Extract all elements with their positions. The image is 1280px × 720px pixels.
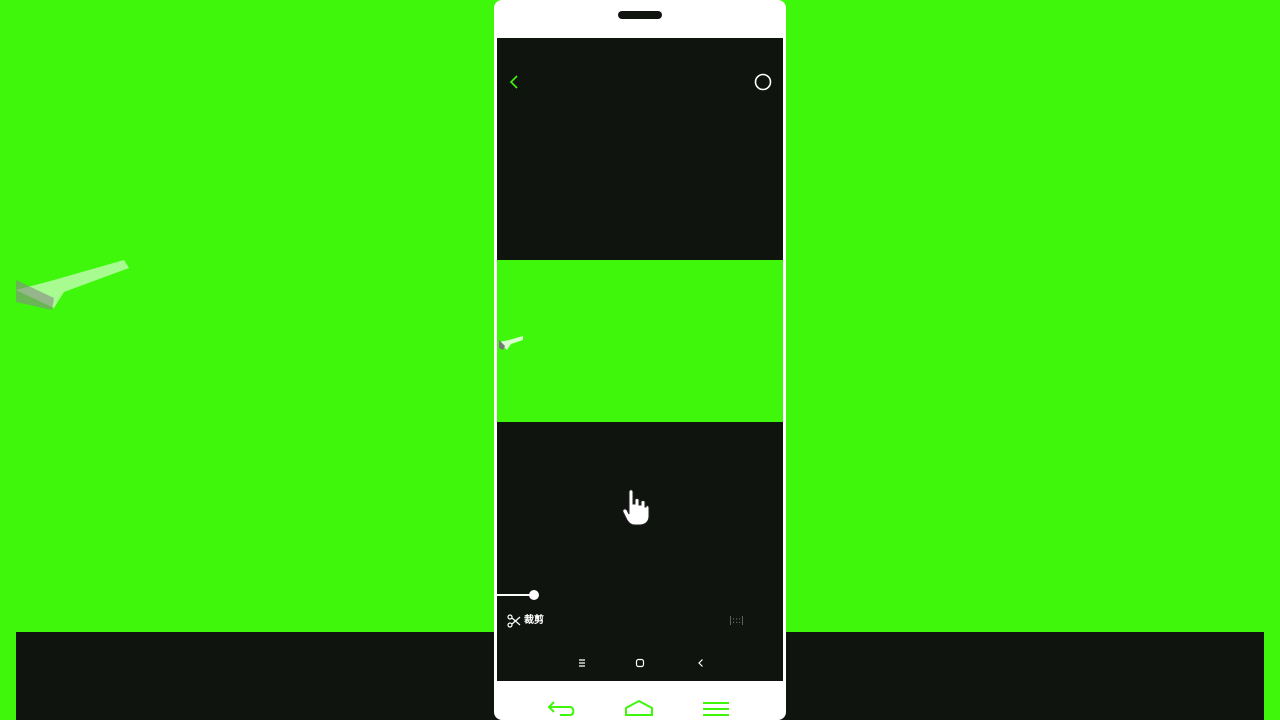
earpiece-speaker	[618, 11, 662, 19]
background-pointer-ghost-icon	[16, 260, 129, 310]
stage: 裁剪 |:::|	[0, 0, 1280, 720]
cut-label[interactable]: 裁剪	[524, 614, 544, 628]
menu-icon[interactable]	[702, 700, 730, 718]
progress-knob[interactable]	[529, 590, 539, 600]
chevron-left-icon[interactable]	[507, 74, 521, 90]
hand-pointer-icon	[622, 489, 650, 526]
phone-screen: 裁剪 |:::|	[497, 38, 783, 681]
back-arrow-icon[interactable]	[546, 698, 578, 718]
home-icon[interactable]	[635, 658, 645, 668]
menu-icon[interactable]	[577, 658, 587, 668]
mouse-pointer-icon	[499, 336, 523, 350]
home-icon[interactable]	[624, 698, 654, 718]
video-preview[interactable]	[497, 260, 783, 422]
scissors-icon[interactable]	[507, 614, 521, 628]
back-icon[interactable]	[696, 658, 706, 668]
phone-frame: 裁剪 |:::|	[494, 0, 786, 720]
edit-right-label[interactable]: |:::|	[729, 614, 744, 628]
circle-icon[interactable]	[754, 73, 772, 91]
